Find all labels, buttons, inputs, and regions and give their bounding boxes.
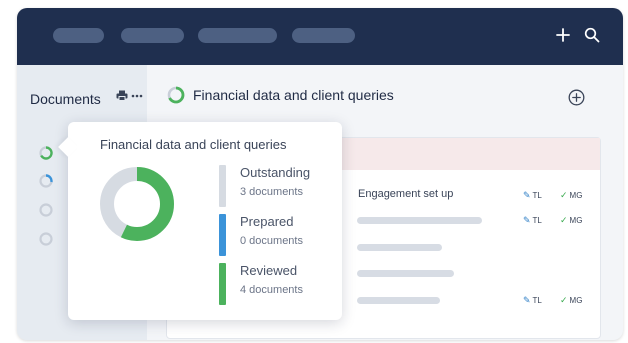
placeholder-bar [357, 270, 454, 277]
check-icon: ✓ [560, 190, 568, 200]
nav-tab-1[interactable] [53, 28, 104, 43]
tag-text: MG [569, 216, 583, 225]
legend-count: 4 documents [240, 284, 303, 296]
popup-title: Financial data and client queries [100, 137, 287, 152]
nav-tab-4[interactable] [292, 28, 355, 43]
status-popup: Financial data and client queries Outsta… [58, 122, 342, 320]
pencil-icon: ✎ [523, 295, 531, 305]
plus-icon [556, 28, 570, 42]
document-status-item-3[interactable] [39, 203, 53, 217]
tag-text: MG [569, 296, 583, 305]
tl-tag[interactable]: ✎ TL [523, 295, 542, 306]
legend-prepared: Prepared 0 documents [219, 214, 329, 256]
nav-tab-2[interactable] [121, 28, 184, 43]
placeholder-bar [357, 217, 482, 224]
legend-label: Reviewed [240, 263, 298, 278]
tag-text: TL [532, 296, 542, 305]
printer-icon[interactable] [116, 90, 128, 101]
document-status-item-2[interactable] [39, 174, 53, 188]
section-title: Financial data and client queries [193, 87, 394, 103]
sidebar-tools [116, 90, 143, 101]
document-status-item-4[interactable] [39, 232, 53, 246]
circle-plus-icon[interactable] [568, 89, 585, 106]
legend-swatch [219, 263, 226, 305]
legend-swatch [219, 214, 226, 256]
legend-label: Prepared [240, 214, 294, 229]
placeholder-bar [357, 244, 442, 251]
search-icon [584, 27, 600, 43]
top-bar [17, 8, 623, 65]
pencil-icon: ✎ [523, 190, 531, 200]
legend-count: 3 documents [240, 186, 303, 198]
document-status-item-1[interactable] [39, 146, 53, 160]
mg-tag[interactable]: ✓ MG [560, 295, 582, 306]
legend-outstanding: Outstanding 3 documents [219, 165, 329, 207]
legend-swatch [219, 165, 226, 207]
row-label[interactable]: Engagement set up [358, 188, 453, 200]
legend-count: 0 documents [240, 235, 303, 247]
pencil-icon: ✎ [523, 215, 531, 225]
tl-tag[interactable]: ✎ TL [523, 190, 542, 201]
tag-text: TL [532, 191, 542, 200]
search-button[interactable] [580, 22, 604, 48]
check-icon: ✓ [560, 295, 568, 305]
check-icon: ✓ [560, 215, 568, 225]
sidebar-title: Documents [30, 91, 101, 107]
legend-reviewed: Reviewed 4 documents [219, 263, 329, 305]
placeholder-bar [357, 297, 440, 304]
add-button[interactable] [551, 22, 575, 48]
section-header: Financial data and client queries [167, 86, 394, 104]
donut-chart [100, 167, 174, 241]
legend-label: Outstanding [240, 165, 311, 180]
mg-tag[interactable]: ✓ MG [560, 190, 582, 201]
ellipsis-icon[interactable] [131, 94, 143, 98]
tl-tag[interactable]: ✎ TL [523, 215, 542, 226]
tag-text: TL [532, 216, 542, 225]
mg-tag[interactable]: ✓ MG [560, 215, 582, 226]
nav-tab-3[interactable] [198, 28, 277, 43]
progress-ring-icon [167, 86, 185, 104]
tag-text: MG [569, 191, 583, 200]
